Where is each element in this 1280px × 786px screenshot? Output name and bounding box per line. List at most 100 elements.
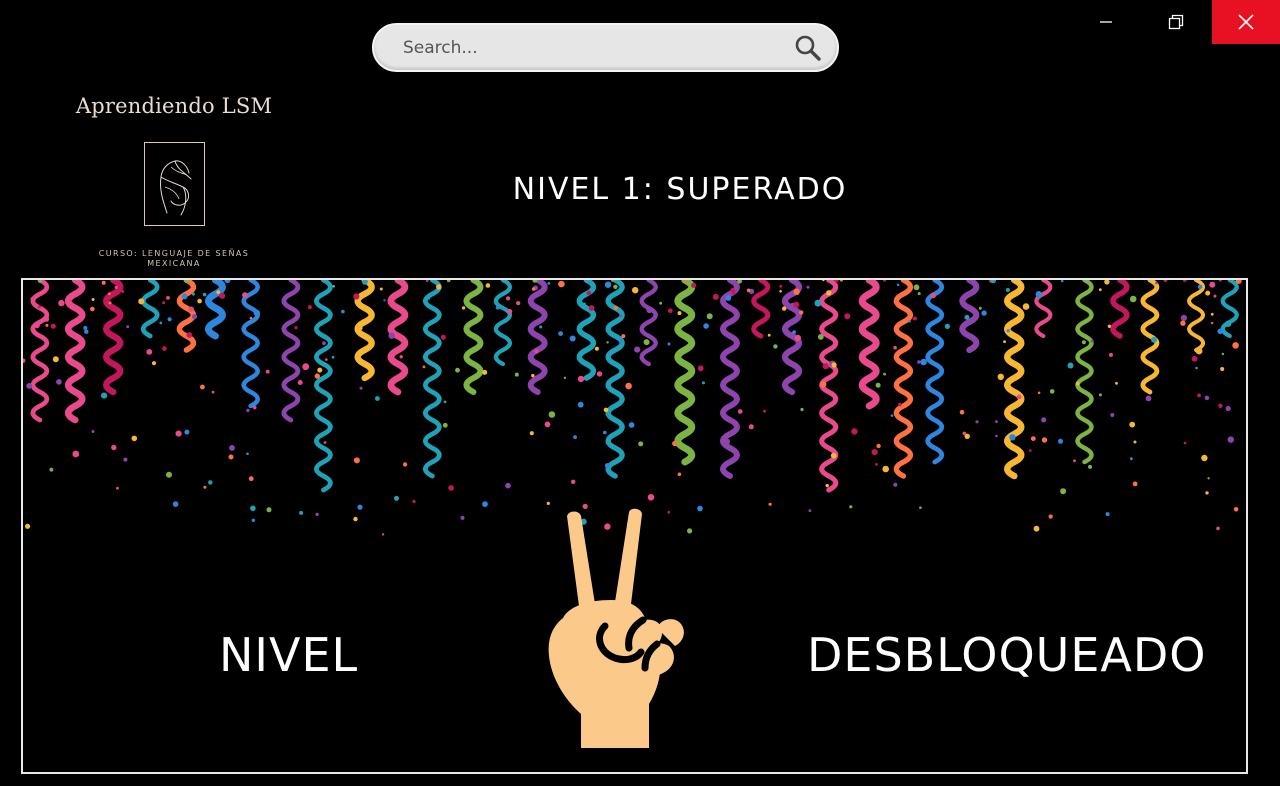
confetti-dot xyxy=(427,296,431,300)
confetti-dot xyxy=(1209,281,1216,288)
confetti-dot xyxy=(375,396,380,401)
confetti-dot xyxy=(978,306,982,310)
confetti-dot xyxy=(123,457,128,462)
confetti-dot xyxy=(825,483,829,488)
confetti-dot xyxy=(121,290,125,293)
confetti-dot xyxy=(1132,481,1138,487)
confetti-dot xyxy=(767,333,771,337)
restore-icon xyxy=(1168,14,1184,30)
minimize-button[interactable] xyxy=(1072,0,1140,44)
confetti-dot xyxy=(959,409,965,415)
confetti-dot xyxy=(325,358,328,361)
confetti-dot xyxy=(216,290,221,295)
search-button[interactable] xyxy=(779,25,837,70)
confetti-dot xyxy=(702,381,705,385)
confetti-dot xyxy=(25,523,31,529)
confetti-dot xyxy=(844,313,851,320)
confetti-streamer xyxy=(576,280,597,381)
confetti-dot xyxy=(697,365,704,372)
confetti-dot xyxy=(534,349,539,354)
confetti-dot xyxy=(1220,367,1225,371)
confetti-dot xyxy=(577,375,585,383)
confetti-dot xyxy=(746,288,751,293)
confetti-dot xyxy=(299,510,304,515)
confetti-dot xyxy=(111,444,117,451)
confetti-dot xyxy=(353,457,360,464)
confetti-dot xyxy=(358,326,363,330)
confetti-dot xyxy=(172,501,179,507)
confetti-dot xyxy=(166,471,172,478)
confetti-dot xyxy=(995,420,998,423)
confetti-dot xyxy=(1016,394,1022,400)
confetti-dot xyxy=(461,306,466,310)
confetti-streamer xyxy=(1075,280,1094,465)
confetti-dot xyxy=(200,384,205,390)
confetti-dot xyxy=(323,441,327,444)
confetti-dot xyxy=(412,499,416,504)
confetti-dot xyxy=(1151,336,1157,343)
confetti-dot xyxy=(596,371,603,377)
confetti-dot xyxy=(353,516,358,522)
confetti-dot xyxy=(893,482,898,487)
restore-button[interactable] xyxy=(1142,0,1210,44)
confetti-dot xyxy=(548,411,556,418)
confetti-dot xyxy=(1130,457,1133,461)
confetti-dot xyxy=(314,373,320,379)
confetti-dot xyxy=(962,431,967,436)
confetti-dot xyxy=(1155,281,1158,285)
confetti-dot xyxy=(202,292,207,297)
search-icon xyxy=(795,35,821,61)
confetti-dot xyxy=(1107,324,1112,328)
confetti-dot xyxy=(181,293,188,300)
confetti-dot xyxy=(981,310,987,316)
logo-title: Aprendiendo LSM xyxy=(75,94,273,118)
confetti-dot xyxy=(1060,280,1064,283)
confetti-dot xyxy=(1041,417,1047,423)
confetti-dot xyxy=(621,334,626,339)
confetti-streamer xyxy=(1110,280,1130,339)
confetti-dot xyxy=(331,355,335,359)
confetti-dot xyxy=(573,435,577,439)
confetti-dot xyxy=(830,452,837,459)
confetti-dot xyxy=(322,341,326,346)
search-input[interactable] xyxy=(374,25,779,70)
confetti-dot xyxy=(1218,403,1223,408)
confetti-dot xyxy=(91,430,95,433)
confetti-dot xyxy=(1191,355,1198,362)
confetti-dot xyxy=(1217,328,1223,335)
confetti-dot xyxy=(768,502,772,506)
confetti-dot xyxy=(1204,395,1210,401)
confetti-dot xyxy=(1109,352,1113,357)
confetti-dot xyxy=(399,355,403,359)
confetti-dot xyxy=(1210,312,1214,316)
confetti-dot xyxy=(1005,288,1010,292)
confetti-dot xyxy=(763,409,766,413)
confetti-dot xyxy=(250,505,256,512)
confetti-dot xyxy=(1145,395,1152,402)
confetti-dot xyxy=(1088,464,1092,469)
minimize-icon xyxy=(1100,21,1112,23)
confetti-dot xyxy=(1133,440,1137,444)
confetti-dot xyxy=(45,323,49,327)
confetti-dot xyxy=(184,429,190,435)
confetti-dot xyxy=(101,392,108,399)
confetti-dot xyxy=(883,372,886,376)
confetti-dot xyxy=(917,292,921,296)
confetti-dot xyxy=(539,325,543,329)
confetti-dot xyxy=(246,408,250,413)
confetti-streamer xyxy=(858,280,880,410)
confetti-dot xyxy=(440,334,446,340)
confetti-dot xyxy=(1201,454,1208,462)
confetti-streamer xyxy=(103,280,124,396)
confetti-dot xyxy=(773,344,778,349)
confetti-dot xyxy=(613,305,619,310)
confetti-dot xyxy=(882,465,889,473)
confetti-dot xyxy=(1129,421,1136,428)
confetti-dot xyxy=(800,407,804,412)
confetti-dot xyxy=(1195,366,1198,370)
confetti-dot xyxy=(460,515,465,520)
confetti-dot xyxy=(604,281,612,288)
confetti-dot xyxy=(668,308,673,313)
close-button[interactable] xyxy=(1212,0,1280,44)
confetti-dot xyxy=(643,339,650,346)
